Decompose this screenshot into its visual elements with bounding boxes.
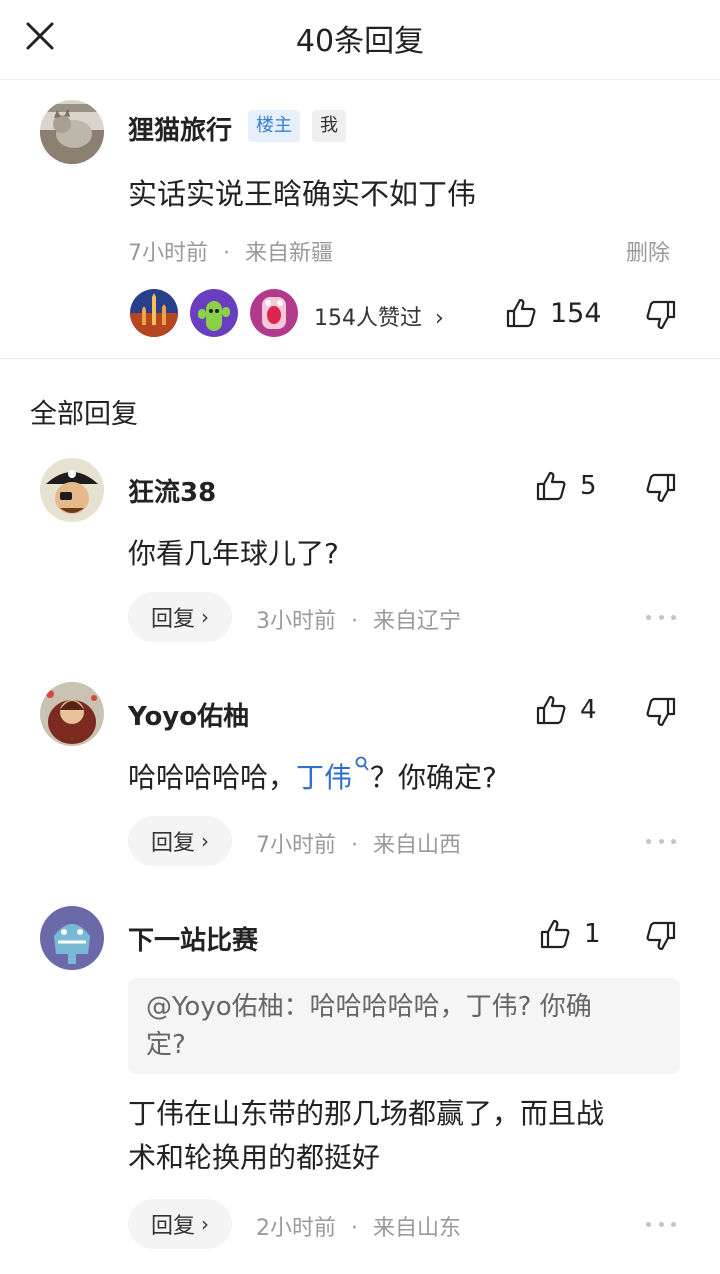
liker-avatar[interactable] <box>130 289 178 337</box>
search-link[interactable]: 丁伟 <box>296 761 352 794</box>
quoted-reply[interactable]: @Yoyo佑柚：哈哈哈哈哈，丁伟? 你确 定? <box>128 978 680 1074</box>
likers-label: 154人赞过 <box>314 306 422 331</box>
reply-text-prefix: 哈哈哈哈哈， <box>128 761 297 794</box>
page-title: 40条回复 <box>295 24 425 59</box>
thumbs-down-icon[interactable] <box>644 919 678 953</box>
more-icon[interactable] <box>646 837 676 845</box>
like-count: 4 <box>580 695 597 725</box>
likers-link[interactable]: 154人赞过 › <box>314 300 444 332</box>
avatar[interactable] <box>40 906 104 970</box>
comment-location: 来自新疆 <box>245 241 334 266</box>
author-name[interactable]: 狸猫旅行 <box>128 110 232 147</box>
liker-avatar[interactable] <box>190 289 238 337</box>
reply-location: 来自辽宁 <box>373 609 462 634</box>
chevron-right-icon: › <box>435 306 444 331</box>
divider <box>0 358 720 359</box>
avatar[interactable] <box>40 682 104 746</box>
comment-meta: 7小时前 · 来自新疆 <box>128 235 333 267</box>
reply-time: 2小时前 <box>256 1216 336 1241</box>
delete-button[interactable]: 删除 <box>626 235 670 267</box>
author-name[interactable]: Yoyo佑柚 <box>128 696 249 733</box>
reply-text-line: 丁伟在山东带的那几场都赢了，而且战 <box>128 1097 605 1130</box>
quote-line: 定? <box>146 1030 186 1060</box>
meta-separator: · <box>223 241 230 266</box>
like-button[interactable]: 154 <box>504 296 602 330</box>
more-icon[interactable] <box>646 613 676 621</box>
reply-button[interactable]: 回复 › <box>128 592 232 642</box>
reply-button[interactable]: 回复 › <box>128 1199 232 1249</box>
reply-button[interactable]: 回复 › <box>128 816 232 866</box>
avatar[interactable] <box>40 100 104 164</box>
chevron-right-icon: › <box>201 605 209 629</box>
reply-label: 回复 <box>150 1214 195 1239</box>
reply-text: 丁伟在山东带的那几场都赢了，而且战 术和轮换用的都挺好 <box>128 1092 688 1180</box>
reply-time: 7小时前 <box>256 833 336 858</box>
reply-label: 回复 <box>150 831 195 856</box>
comment-text: 实话实说王晗确实不如丁伟 <box>128 177 477 211</box>
reply-text-suffix: ？你确定? <box>370 761 497 794</box>
reply-meta: 2小时前 · 来自山东 <box>256 1210 461 1242</box>
like-button[interactable]: 5 <box>534 469 597 503</box>
search-icon <box>355 756 369 771</box>
author-name[interactable]: 狂流38 <box>128 472 216 509</box>
meta-separator: · <box>351 609 358 634</box>
like-count: 1 <box>584 919 601 949</box>
meta-separator: · <box>351 1216 358 1241</box>
more-icon[interactable] <box>646 1220 676 1228</box>
like-button[interactable]: 1 <box>538 917 601 951</box>
reply-time: 3小时前 <box>256 609 336 634</box>
reply-text: 哈哈哈哈哈，丁伟 ？你确定? <box>128 756 497 800</box>
avatar[interactable] <box>40 458 104 522</box>
liker-avatar[interactable] <box>250 289 298 337</box>
thumbs-up-icon <box>536 695 566 725</box>
reply-text: 你看几年球儿了? <box>128 537 339 570</box>
reply-meta: 3小时前 · 来自辽宁 <box>256 603 461 635</box>
author-name[interactable]: 下一站比赛 <box>128 920 258 957</box>
thumbs-down-icon[interactable] <box>644 695 678 729</box>
comment-time: 7小时前 <box>128 241 208 266</box>
chevron-right-icon: › <box>201 1212 209 1236</box>
reply-location: 来自山西 <box>373 833 462 858</box>
header: 40条回复 <box>0 0 720 80</box>
quote-line: @Yoyo佑柚：哈哈哈哈哈，丁伟? 你确 <box>146 992 592 1022</box>
owner-badge: 楼主 <box>248 110 300 142</box>
thumbs-up-icon <box>540 919 570 949</box>
meta-separator: · <box>351 833 358 858</box>
thumbs-up-icon <box>536 471 566 501</box>
chevron-right-icon: › <box>201 829 209 853</box>
like-count: 154 <box>550 297 602 329</box>
me-badge: 我 <box>312 110 346 142</box>
like-count: 5 <box>580 471 597 501</box>
like-button[interactable]: 4 <box>534 693 597 727</box>
reply-text-line: 术和轮换用的都挺好 <box>128 1141 381 1174</box>
thumbs-down-icon[interactable] <box>644 298 678 332</box>
reply-label: 回复 <box>150 607 195 632</box>
thumbs-down-icon[interactable] <box>644 471 678 505</box>
section-title: 全部回复 <box>30 399 138 430</box>
thumbs-up-icon <box>506 298 536 328</box>
reply-meta: 7小时前 · 来自山西 <box>256 827 461 859</box>
reply-location: 来自山东 <box>373 1216 462 1241</box>
